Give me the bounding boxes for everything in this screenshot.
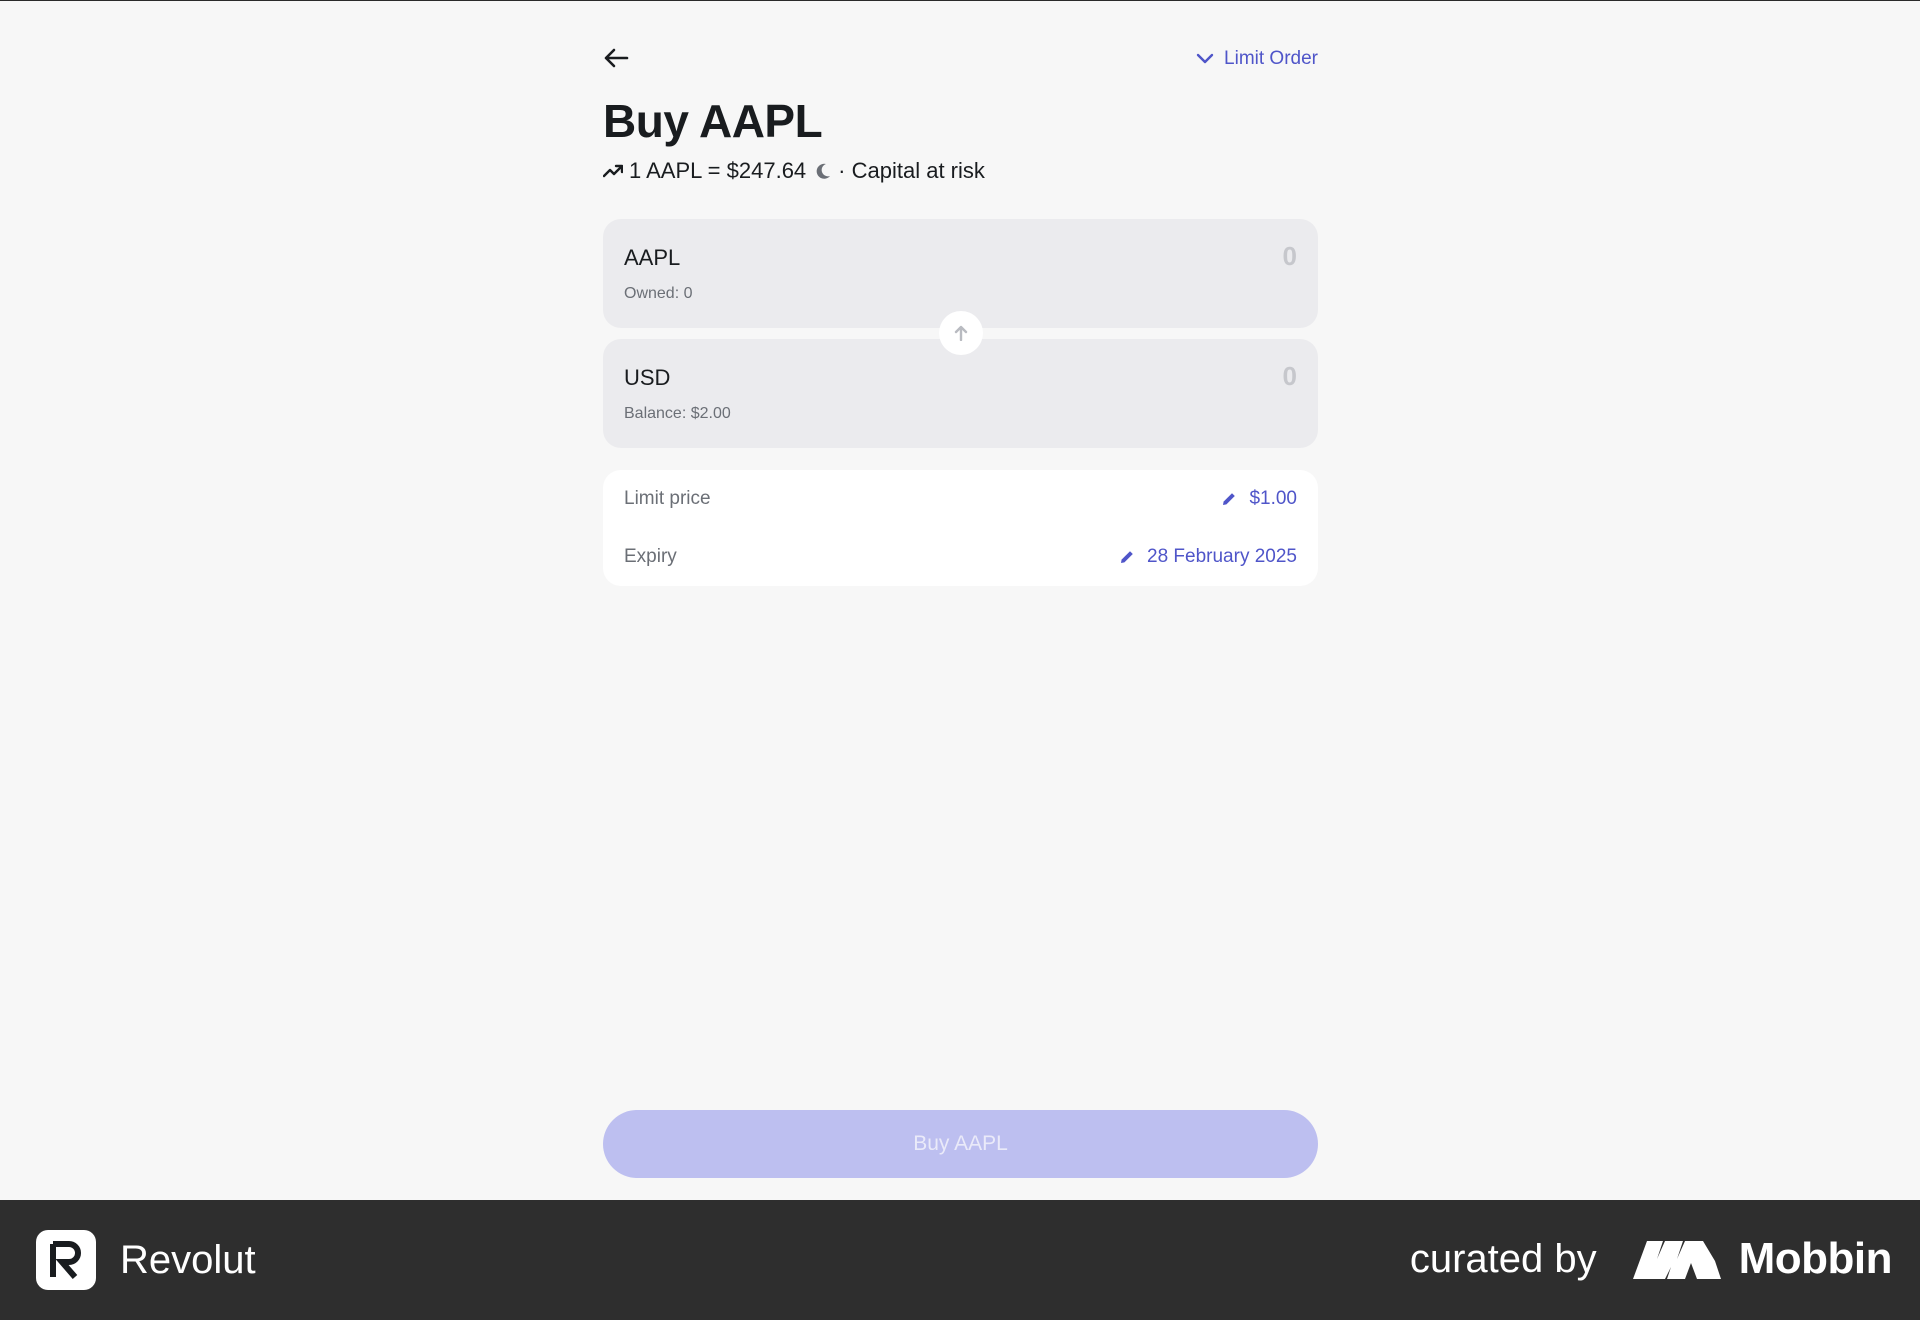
risk-text: · Capital at risk <box>838 158 985 183</box>
expiry-value: 28 February 2025 <box>1147 546 1297 567</box>
from-currency: AAPL <box>624 245 681 270</box>
from-amount-input[interactable]: 0 <box>1097 241 1297 272</box>
order-type-label: Limit Order <box>1224 48 1318 69</box>
order-panel: Limit Order Buy AAPL 1 AAPL = $247.64 · … <box>603 0 1318 1200</box>
to-currency: USD <box>624 365 671 390</box>
to-card[interactable]: USD Balance: $2.00 0 <box>603 339 1318 448</box>
brand-name: Revolut <box>120 1237 256 1282</box>
order-details: Limit price $1.00 Expiry 28 February 202… <box>603 470 1318 586</box>
rate-info: 1 AAPL = $247.64 · Capital at risk <box>603 156 985 186</box>
limit-price-label: Limit price <box>624 488 711 509</box>
limit-price-row: Limit price $1.00 <box>624 484 1297 514</box>
moon-icon <box>816 163 831 179</box>
chevron-down-icon <box>1196 53 1214 64</box>
rate-text: 1 AAPL = $247.64 <box>629 158 807 183</box>
to-amount-input[interactable]: 0 <box>1097 361 1297 392</box>
footer-bar: Revolut curated by Mobbin <box>0 1200 1920 1320</box>
revolut-logo <box>36 1230 96 1290</box>
expiry-label: Expiry <box>624 546 677 567</box>
back-arrow-icon <box>604 48 629 68</box>
mobbin-brand: Mobbin <box>1632 1234 1893 1284</box>
expiry-edit[interactable]: 28 February 2025 <box>1119 546 1297 568</box>
trending-up-icon <box>603 164 623 178</box>
pencil-icon <box>1223 493 1236 505</box>
swap-button[interactable] <box>939 311 983 355</box>
pencil-icon <box>1121 551 1133 563</box>
page-title: Buy AAPL <box>603 95 823 147</box>
expiry-row: Expiry 28 February 2025 <box>624 542 1297 572</box>
limit-price-value: $1.00 <box>1249 488 1297 509</box>
order-type-selector[interactable]: Limit Order <box>1196 46 1318 72</box>
brand: Revolut <box>36 1230 256 1290</box>
curated-by-text: curated by <box>1409 1236 1597 1281</box>
swap-arrow-icon <box>954 325 968 341</box>
limit-price-edit[interactable]: $1.00 <box>1221 488 1297 510</box>
owned-text: Owned: 0 <box>624 285 693 302</box>
curated-by: curated by Mobbin <box>1409 1234 1893 1284</box>
back-button[interactable] <box>603 44 635 72</box>
mobbin-logo <box>1632 1241 1721 1279</box>
mobbin-name: Mobbin <box>1738 1234 1893 1283</box>
buy-button[interactable]: Buy AAPL <box>603 1110 1318 1178</box>
balance-text: Balance: $2.00 <box>624 405 731 422</box>
